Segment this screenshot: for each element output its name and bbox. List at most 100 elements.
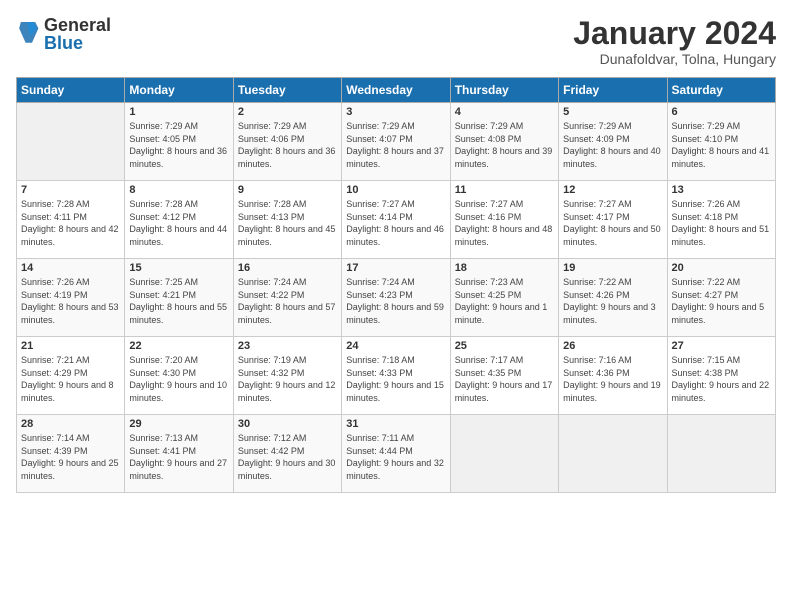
day-number: 28 — [21, 418, 120, 430]
calendar-cell: 18 Sunrise: 7:23 AMSunset: 4:25 PMDayligh… — [450, 259, 558, 337]
calendar-week-row: 14 Sunrise: 7:26 AMSunset: 4:19 PMDayligh… — [17, 259, 776, 337]
logo-blue: Blue — [44, 33, 83, 53]
day-info: Sunrise: 7:25 AMSunset: 4:21 PMDaylight:… — [129, 276, 228, 326]
day-info: Sunrise: 7:11 AMSunset: 4:44 PMDaylight:… — [346, 432, 445, 482]
day-number: 17 — [346, 262, 445, 274]
day-info: Sunrise: 7:26 AMSunset: 4:19 PMDaylight:… — [21, 276, 120, 326]
calendar-cell: 15 Sunrise: 7:25 AMSunset: 4:21 PMDayligh… — [125, 259, 233, 337]
day-number: 7 — [21, 184, 120, 196]
calendar-cell: 1 Sunrise: 7:29 AMSunset: 4:05 PMDaylight… — [125, 103, 233, 181]
calendar-cell — [667, 415, 775, 493]
day-info: Sunrise: 7:27 AMSunset: 4:14 PMDaylight:… — [346, 198, 445, 248]
calendar-cell: 30 Sunrise: 7:12 AMSunset: 4:42 PMDayligh… — [233, 415, 341, 493]
calendar-cell: 28 Sunrise: 7:14 AMSunset: 4:39 PMDayligh… — [17, 415, 125, 493]
day-info: Sunrise: 7:28 AMSunset: 4:13 PMDaylight:… — [238, 198, 337, 248]
day-number: 14 — [21, 262, 120, 274]
day-info: Sunrise: 7:22 AMSunset: 4:26 PMDaylight:… — [563, 276, 662, 326]
calendar-cell: 6 Sunrise: 7:29 AMSunset: 4:10 PMDaylight… — [667, 103, 775, 181]
calendar-cell — [450, 415, 558, 493]
day-info: Sunrise: 7:22 AMSunset: 4:27 PMDaylight:… — [672, 276, 771, 326]
col-thursday: Thursday — [450, 78, 558, 103]
calendar-cell: 25Sunrise: 7:17 AMSunset: 4:35 PMDayligh… — [450, 337, 558, 415]
logo-text: General Blue — [44, 16, 111, 52]
calendar-cell — [17, 103, 125, 181]
calendar-cell: 13Sunrise: 7:26 AMSunset: 4:18 PMDayligh… — [667, 181, 775, 259]
calendar-week-row: 1 Sunrise: 7:29 AMSunset: 4:05 PMDaylight… — [17, 103, 776, 181]
day-info: Sunrise: 7:14 AMSunset: 4:39 PMDaylight:… — [21, 432, 120, 482]
calendar-cell: 21 Sunrise: 7:21 AMSunset: 4:29 PMDayligh… — [17, 337, 125, 415]
day-number: 10 — [346, 184, 445, 196]
col-monday: Monday — [125, 78, 233, 103]
calendar-table: Sunday Monday Tuesday Wednesday Thursday… — [16, 77, 776, 493]
day-info: Sunrise: 7:29 AMSunset: 4:05 PMDaylight:… — [129, 120, 228, 170]
calendar-cell: 14 Sunrise: 7:26 AMSunset: 4:19 PMDayligh… — [17, 259, 125, 337]
day-info: Sunrise: 7:26 AMSunset: 4:18 PMDaylight:… — [672, 198, 771, 248]
day-info: Sunrise: 7:16 AMSunset: 4:36 PMDaylight:… — [563, 354, 662, 404]
day-info: Sunrise: 7:12 AMSunset: 4:42 PMDaylight:… — [238, 432, 337, 482]
day-info: Sunrise: 7:13 AMSunset: 4:41 PMDaylight:… — [129, 432, 228, 482]
calendar-week-row: 21 Sunrise: 7:21 AMSunset: 4:29 PMDayligh… — [17, 337, 776, 415]
day-info: Sunrise: 7:29 AMSunset: 4:10 PMDaylight:… — [672, 120, 771, 170]
day-info: Sunrise: 7:28 AMSunset: 4:12 PMDaylight:… — [129, 198, 228, 248]
day-number: 11 — [455, 184, 554, 196]
day-number: 9 — [238, 184, 337, 196]
calendar-cell: 26 Sunrise: 7:16 AMSunset: 4:36 PMDayligh… — [559, 337, 667, 415]
day-number: 21 — [21, 340, 120, 352]
calendar-cell: 16 Sunrise: 7:24 AMSunset: 4:22 PMDayligh… — [233, 259, 341, 337]
day-number: 19 — [563, 262, 662, 274]
day-number: 3 — [346, 106, 445, 118]
day-number: 18 — [455, 262, 554, 274]
day-number: 6 — [672, 106, 771, 118]
day-number: 26 — [563, 340, 662, 352]
calendar-cell: 11 Sunrise: 7:27 AMSunset: 4:16 PMDayligh… — [450, 181, 558, 259]
day-info: Sunrise: 7:24 AMSunset: 4:23 PMDaylight:… — [346, 276, 445, 326]
calendar-cell: 9 Sunrise: 7:28 AMSunset: 4:13 PMDaylight… — [233, 181, 341, 259]
day-number: 16 — [238, 262, 337, 274]
calendar-cell: 7 Sunrise: 7:28 AMSunset: 4:11 PMDaylight… — [17, 181, 125, 259]
calendar-header-row: Sunday Monday Tuesday Wednesday Thursday… — [17, 78, 776, 103]
col-wednesday: Wednesday — [342, 78, 450, 103]
calendar-header: General Blue January 2024 Dunafoldvar, T… — [16, 16, 776, 67]
day-number: 24 — [346, 340, 445, 352]
calendar-cell: 29Sunrise: 7:13 AMSunset: 4:41 PMDayligh… — [125, 415, 233, 493]
day-info: Sunrise: 7:28 AMSunset: 4:11 PMDaylight:… — [21, 198, 120, 248]
calendar-cell: 23 Sunrise: 7:19 AMSunset: 4:32 PMDayligh… — [233, 337, 341, 415]
day-number: 15 — [129, 262, 228, 274]
month-title: January 2024 — [573, 16, 776, 51]
calendar-week-row: 28 Sunrise: 7:14 AMSunset: 4:39 PMDayligh… — [17, 415, 776, 493]
day-number: 23 — [238, 340, 337, 352]
day-info: Sunrise: 7:21 AMSunset: 4:29 PMDaylight:… — [21, 354, 120, 404]
day-number: 20 — [672, 262, 771, 274]
day-info: Sunrise: 7:29 AMSunset: 4:08 PMDaylight:… — [455, 120, 554, 170]
day-info: Sunrise: 7:24 AMSunset: 4:22 PMDaylight:… — [238, 276, 337, 326]
title-block: January 2024 Dunafoldvar, Tolna, Hungary — [573, 16, 776, 67]
location-subtitle: Dunafoldvar, Tolna, Hungary — [573, 51, 776, 67]
day-number: 27 — [672, 340, 771, 352]
calendar-cell: 3 Sunrise: 7:29 AMSunset: 4:07 PMDaylight… — [342, 103, 450, 181]
day-info: Sunrise: 7:19 AMSunset: 4:32 PMDaylight:… — [238, 354, 337, 404]
calendar-cell: 8 Sunrise: 7:28 AMSunset: 4:12 PMDaylight… — [125, 181, 233, 259]
logo: General Blue — [16, 16, 111, 52]
day-number: 30 — [238, 418, 337, 430]
calendar-week-row: 7 Sunrise: 7:28 AMSunset: 4:11 PMDaylight… — [17, 181, 776, 259]
calendar-cell: 19 Sunrise: 7:22 AMSunset: 4:26 PMDayligh… — [559, 259, 667, 337]
col-friday: Friday — [559, 78, 667, 103]
day-number: 2 — [238, 106, 337, 118]
day-info: Sunrise: 7:20 AMSunset: 4:30 PMDaylight:… — [129, 354, 228, 404]
day-number: 22 — [129, 340, 228, 352]
day-info: Sunrise: 7:15 AMSunset: 4:38 PMDaylight:… — [672, 354, 771, 404]
col-sunday: Sunday — [17, 78, 125, 103]
logo-general: General — [44, 15, 111, 35]
day-info: Sunrise: 7:29 AMSunset: 4:06 PMDaylight:… — [238, 120, 337, 170]
day-number: 12 — [563, 184, 662, 196]
day-info: Sunrise: 7:29 AMSunset: 4:07 PMDaylight:… — [346, 120, 445, 170]
calendar-cell: 5Sunrise: 7:29 AMSunset: 4:09 PMDaylight… — [559, 103, 667, 181]
day-number: 1 — [129, 106, 228, 118]
calendar-cell: 10 Sunrise: 7:27 AMSunset: 4:14 PMDayligh… — [342, 181, 450, 259]
day-number: 5 — [563, 106, 662, 118]
day-info: Sunrise: 7:23 AMSunset: 4:25 PMDaylight:… — [455, 276, 554, 326]
day-info: Sunrise: 7:27 AMSunset: 4:16 PMDaylight:… — [455, 198, 554, 248]
day-number: 8 — [129, 184, 228, 196]
day-number: 31 — [346, 418, 445, 430]
day-info: Sunrise: 7:18 AMSunset: 4:33 PMDaylight:… — [346, 354, 445, 404]
